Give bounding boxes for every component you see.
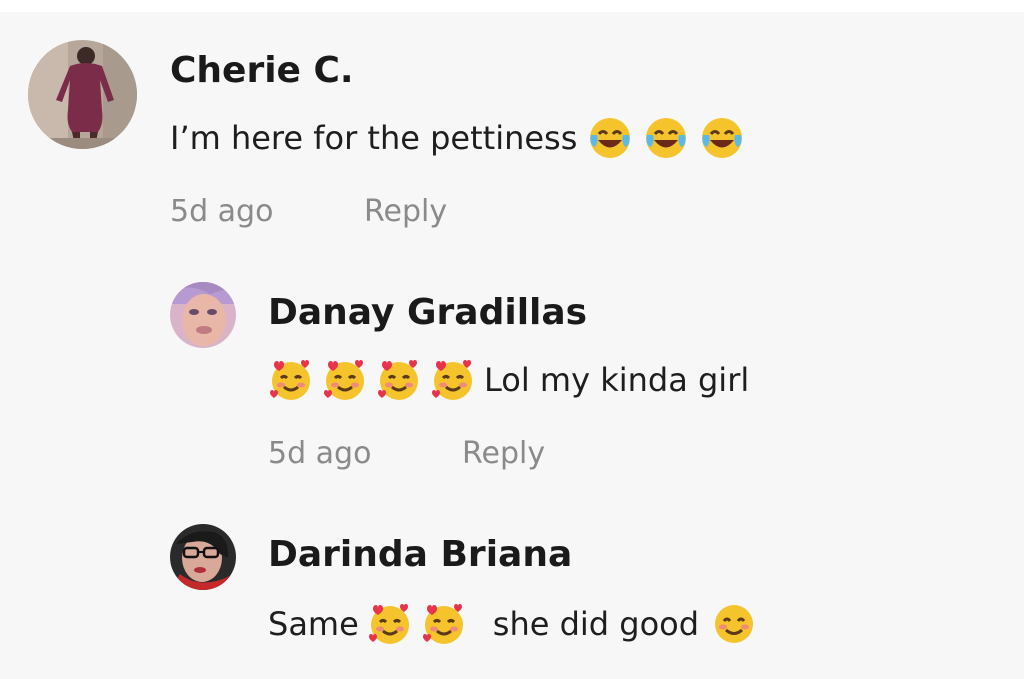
username[interactable]: Darinda Briana <box>268 534 572 575</box>
smiling-face-with-hearts-icon <box>322 357 368 403</box>
comment-cherie: Cherie C. I’m here for the pettiness 5d … <box>0 0 1024 260</box>
comment-danay: Danay Gradillas Lol my kinda girl 5d ago… <box>0 260 1024 500</box>
avatar-photo <box>28 40 137 149</box>
comment-text: I’m here for the pettiness <box>170 114 745 162</box>
smiling-face-with-hearts-icon <box>376 357 422 403</box>
smiling-face-with-hearts-icon <box>268 357 314 403</box>
reply-button[interactable]: Reply <box>462 436 545 471</box>
reply-button[interactable]: Reply <box>364 194 447 229</box>
avatar[interactable] <box>170 282 236 348</box>
smiling-face-with-hearts-icon <box>421 601 467 647</box>
face-with-tears-of-joy-icon <box>587 115 633 161</box>
username[interactable]: Danay Gradillas <box>268 292 587 333</box>
face-with-tears-of-joy-icon <box>699 115 745 161</box>
avatar-photo <box>170 524 236 590</box>
comment-text-main: Lol my kinda girl <box>484 361 750 399</box>
comment-darinda: Darinda Briana Same she did good <box>0 500 1024 679</box>
timestamp: 5d ago <box>170 194 274 229</box>
avatar-photo <box>170 282 236 348</box>
comment-text-main: I’m here for the pettiness <box>170 119 578 157</box>
timestamp: 5d ago <box>268 436 372 471</box>
comment-text-end: she did good <box>492 605 700 643</box>
smiling-face-with-smiling-eyes-icon <box>711 601 757 647</box>
smiling-face-with-hearts-icon <box>430 357 476 403</box>
username[interactable]: Cherie C. <box>170 50 354 91</box>
avatar[interactable] <box>28 40 137 149</box>
smiling-face-with-hearts-icon <box>367 601 413 647</box>
comment-text: Same she did good <box>268 600 757 648</box>
comment-text: Lol my kinda girl <box>268 356 749 404</box>
comment-text-start: Same <box>268 605 359 643</box>
avatar[interactable] <box>170 524 236 590</box>
face-with-tears-of-joy-icon <box>643 115 689 161</box>
